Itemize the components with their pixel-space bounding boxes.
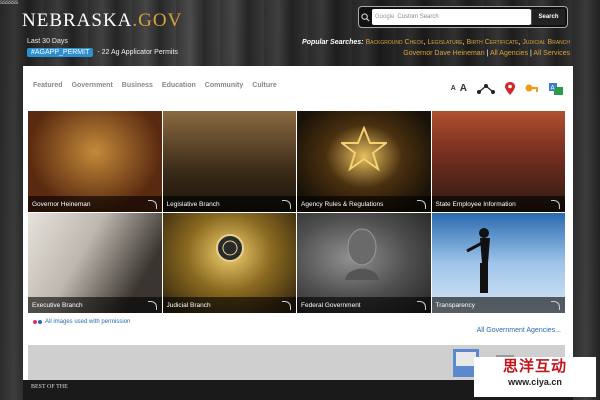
toolbar: A A A — [451, 82, 563, 95]
tile-federal-government[interactable]: Federal Government — [297, 212, 431, 313]
permit-text: - 22 Ag Applicator Permits — [97, 49, 178, 56]
tile-caption: State Employee Information — [431, 195, 565, 212]
tile-caption: Agency Rules & Regulations — [297, 195, 431, 212]
permission-note: All images used with permission — [33, 319, 130, 325]
tile-transparency[interactable]: Transparency — [431, 212, 565, 313]
popular-link-judicial-branch[interactable]: Judicial Branch — [522, 39, 570, 46]
tile-judicial-branch[interactable]: Judicial Branch — [162, 212, 296, 313]
tile-caption: Transparency — [431, 297, 565, 313]
watermark-url: www.ciya.cn — [508, 377, 562, 387]
all-government-agencies-link[interactable]: All Government Agencies... — [477, 327, 561, 334]
seal-icon — [215, 233, 244, 262]
tab-education[interactable]: Education — [162, 82, 196, 89]
tile-legislative-branch[interactable]: Legislative Branch — [162, 111, 296, 212]
feature-grid: Governor Heineman Legislative Branch Age… — [28, 111, 565, 313]
popular-label: Popular Searches: — [302, 39, 364, 46]
refresh-arrow-icon — [147, 199, 157, 209]
search-icon — [361, 12, 370, 22]
logo-suffix: .GOV — [132, 10, 183, 31]
best-of-label: BEST OF THE — [31, 384, 68, 390]
search-box: Google Custom Search Search — [358, 6, 568, 28]
refresh-arrow-icon — [551, 301, 560, 310]
tab-featured[interactable]: Featured — [33, 82, 63, 89]
refresh-arrow-icon — [416, 301, 426, 310]
main-panel: Featured Government Business Education C… — [23, 66, 573, 394]
quick-links: Governor Dave Heineman | All Agencies | … — [403, 50, 570, 57]
link-all-services[interactable]: All Services — [533, 50, 570, 57]
site-logo[interactable]: NEBRASKA.GOV — [22, 10, 182, 32]
tile-state-employee-information[interactable]: State Employee Information — [431, 111, 565, 212]
popular-link-legislature[interactable]: Legislature — [427, 39, 462, 46]
flickr-icon — [33, 320, 37, 324]
tile-agency-rules[interactable]: Agency Rules & Regulations — [297, 111, 431, 212]
tile-executive-branch[interactable]: Executive Branch — [28, 212, 162, 313]
key-icon[interactable] — [525, 83, 539, 95]
lincoln-relief-icon — [345, 228, 379, 280]
watermark-main: 思洋互动 — [502, 358, 567, 375]
last-30-days-label: Last 30 Days — [27, 38, 68, 45]
font-large-button[interactable]: A — [460, 83, 467, 94]
category-nav: Featured Government Business Education C… — [33, 82, 277, 89]
watermark: 思洋互动 www.ciya.cn — [474, 357, 596, 397]
translate-icon[interactable]: A — [549, 82, 563, 95]
top-corner-text: ssssss — [0, 0, 18, 6]
popular-searches: Popular Searches: Background Check, Legi… — [302, 39, 570, 46]
tab-business[interactable]: Business — [122, 82, 153, 89]
search-input[interactable]: Google Custom Search — [372, 9, 531, 25]
permit-tag[interactable]: #AGAPP_PERMIT — [27, 48, 94, 57]
popular-link-background-check[interactable]: Background Check — [365, 39, 423, 46]
tile-governor-heineman[interactable]: Governor Heineman — [28, 111, 162, 212]
tab-culture[interactable]: Culture — [252, 82, 277, 89]
refresh-arrow-icon — [282, 301, 291, 310]
tab-community[interactable]: Community — [205, 82, 244, 89]
search-button[interactable]: Search — [531, 9, 565, 25]
tile-caption: Federal Government — [297, 297, 431, 313]
popular-link-birth-certificate[interactable]: Birth Certificate — [467, 39, 519, 46]
tab-government[interactable]: Government — [72, 82, 113, 89]
link-all-agencies[interactable]: All Agencies — [490, 50, 528, 57]
font-small-button[interactable]: A — [451, 85, 456, 92]
refresh-arrow-icon — [416, 199, 426, 209]
tile-caption: Executive Branch — [28, 297, 162, 313]
logo-main: NEBRASKA — [22, 10, 133, 31]
tile-caption: Governor Heineman — [28, 195, 162, 212]
refresh-arrow-icon — [147, 301, 157, 310]
search-placeholder: Custom Search — [397, 14, 439, 20]
tile-caption: Judicial Branch — [162, 297, 296, 313]
permission-text[interactable]: All images used with permission — [45, 319, 130, 325]
tile-caption: Legislative Branch — [162, 195, 296, 212]
star-chandelier-icon — [341, 126, 387, 172]
link-governor[interactable]: Governor Dave Heineman — [403, 50, 484, 57]
permit-row: #AGAPP_PERMIT - 22 Ag Applicator Permits — [27, 48, 178, 57]
google-label: Google — [375, 14, 395, 20]
share-network-icon[interactable] — [477, 83, 495, 95]
map-pin-icon[interactable] — [505, 82, 515, 95]
sower-statue-icon — [465, 227, 490, 293]
